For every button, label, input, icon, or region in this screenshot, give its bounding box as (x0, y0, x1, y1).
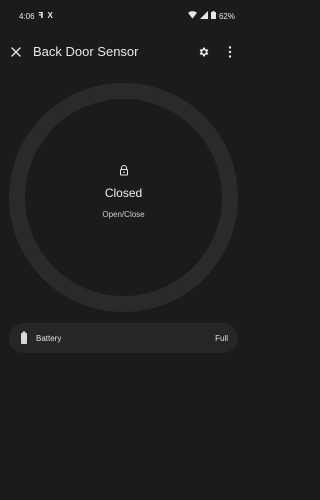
battery-label: Battery (36, 334, 62, 343)
status-time: 4:06 (19, 12, 35, 21)
status-bar: 4:06 ꟻ X 62% (0, 0, 247, 22)
sensor-type-label: Open/Close (102, 210, 145, 219)
battery-percent: 62% (218, 11, 235, 21)
battery-row[interactable]: Battery Full (9, 323, 238, 353)
wifi-icon (187, 11, 197, 21)
page-title: Back Door Sensor (33, 44, 139, 59)
x-logo-icon: X (47, 11, 53, 20)
more-vert-icon (228, 46, 232, 58)
status-system-icons: 62% (187, 11, 235, 21)
more-options-button[interactable] (223, 43, 237, 61)
settings-button[interactable] (195, 43, 213, 61)
notification-app-icon: ꟻ (38, 11, 44, 20)
top-app-bar: Back Door Sensor (0, 38, 247, 66)
status-dial[interactable]: Closed Open/Close (9, 83, 238, 312)
status-notification-icons: ꟻ X (38, 11, 53, 20)
close-button[interactable] (7, 43, 25, 61)
cell-signal-icon (199, 11, 208, 21)
battery-value: Full (215, 334, 228, 343)
gear-icon (199, 47, 209, 57)
status-battery-icon (210, 11, 216, 21)
lock-icon (119, 165, 128, 176)
sensor-state: Closed (104, 186, 143, 200)
close-icon (11, 47, 21, 57)
battery-icon (21, 331, 27, 344)
